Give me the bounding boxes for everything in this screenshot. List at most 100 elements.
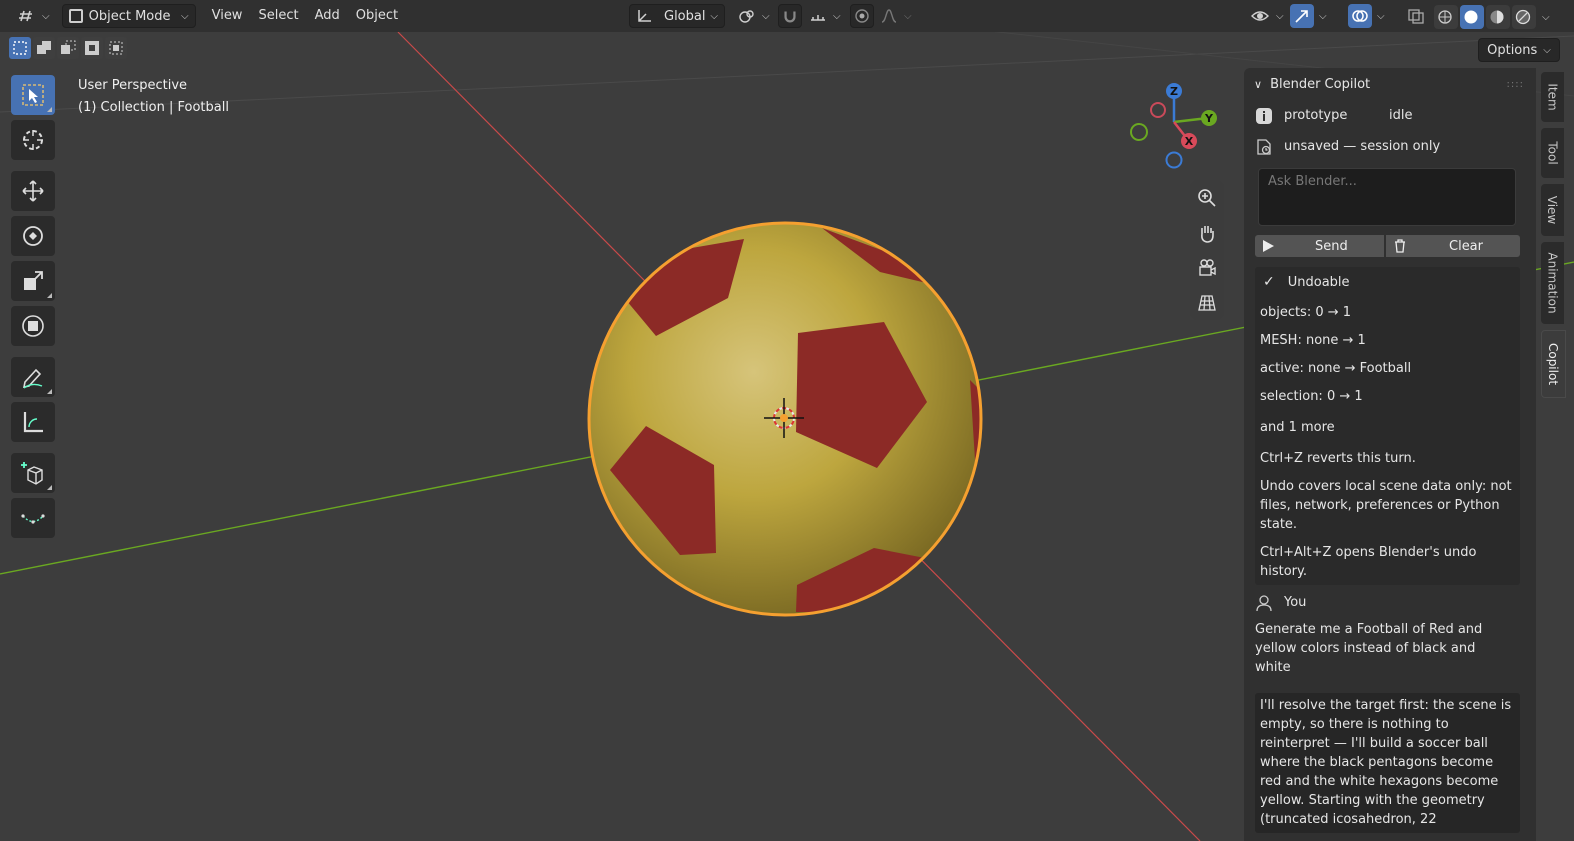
rendered-shading-button[interactable]: [1512, 5, 1536, 29]
drag-handle-icon[interactable]: ::::: [1507, 79, 1524, 90]
navigation-gizmo[interactable]: Z Y X: [1122, 80, 1228, 176]
visibility-selector[interactable]: ⌵: [1244, 4, 1290, 28]
move-tool[interactable]: [11, 171, 55, 211]
undo-line: selection: 0 → 1: [1260, 389, 1363, 404]
user-message-header: You: [1244, 587, 1536, 618]
editor-type-selector[interactable]: ⌵: [12, 4, 56, 28]
gizmo-toggle[interactable]: [1290, 4, 1314, 28]
undo-line: Ctrl+Alt+Z opens Blender's undo history.: [1260, 545, 1477, 579]
shading-modes: ⌵: [1434, 5, 1554, 29]
select-extend-button[interactable]: [33, 37, 55, 59]
select-extend-icon: [37, 41, 51, 54]
tool-options-corner: [47, 485, 52, 490]
gizmo-neg-x: [1150, 102, 1166, 118]
menu-object[interactable]: Object: [348, 4, 406, 28]
xray-toggle[interactable]: [1404, 4, 1428, 28]
add-cube-tool[interactable]: [11, 453, 55, 493]
svg-text:Y: Y: [1204, 112, 1214, 125]
send-button[interactable]: Send: [1255, 235, 1384, 257]
overlays-options[interactable]: ⌵: [1373, 4, 1389, 28]
undo-summary: ✓ Undoable objects: 0 → 1 MESH: none → 1…: [1255, 267, 1520, 585]
tab-item[interactable]: Item: [1541, 72, 1564, 122]
chevron-down-icon: ⌵: [762, 10, 770, 22]
cursor-tool[interactable]: [11, 120, 55, 160]
undo-title: Undoable: [1287, 274, 1350, 290]
proportional-falloff-selector[interactable]: ⌵: [874, 4, 918, 28]
file-unsaved-icon: [1257, 138, 1271, 155]
user-icon: [1256, 594, 1272, 611]
select-invert-button[interactable]: [81, 37, 103, 59]
send-label: Send: [1315, 238, 1348, 254]
solid-shading-button[interactable]: [1460, 5, 1484, 29]
material-sphere-icon: [1490, 10, 1504, 24]
football-object: [587, 221, 983, 617]
mode-label: Object Mode: [88, 8, 171, 24]
tool-options-corner: [47, 107, 52, 112]
select-new-icon: [13, 41, 27, 55]
transform-tool[interactable]: [11, 306, 55, 346]
snap-toggle[interactable]: [778, 4, 802, 28]
status-state: idle: [1389, 108, 1413, 123]
menu-view[interactable]: View: [204, 4, 251, 28]
proportional-editing-toggle[interactable]: [850, 4, 874, 28]
solid-sphere-icon: [1464, 10, 1478, 24]
select-cursor-icon: [22, 84, 44, 106]
tool-options-corner: [47, 293, 52, 298]
viewport-navigation: [1190, 180, 1224, 320]
ask-input[interactable]: Ask Blender...: [1258, 168, 1516, 226]
measure-tool[interactable]: [11, 402, 55, 442]
svg-text:Z: Z: [1170, 85, 1178, 98]
chevron-down-icon: ⌵: [1276, 10, 1284, 22]
rotate-tool[interactable]: [11, 216, 55, 256]
mode-selector[interactable]: Object Mode ⌵: [61, 4, 196, 28]
shading-options[interactable]: ⌵: [1538, 5, 1554, 29]
transform-orientation-selector[interactable]: Global ⌵: [629, 4, 725, 28]
chevron-down-icon: ⌵: [1543, 44, 1551, 56]
curve-tool[interactable]: [11, 498, 55, 538]
tab-view[interactable]: View: [1541, 184, 1564, 236]
wireframe-shading-button[interactable]: [1434, 5, 1458, 29]
eye-icon: [1251, 11, 1269, 21]
select-new-button[interactable]: [9, 37, 31, 59]
material-shading-button[interactable]: [1486, 5, 1510, 29]
select-invert-icon: [85, 41, 99, 55]
annotate-tool[interactable]: [11, 357, 55, 397]
viewport-collection-label: (1) Collection | Football: [78, 100, 229, 115]
status-row: prototype idle: [1244, 100, 1536, 131]
snap-target-selector[interactable]: ⌵: [803, 4, 847, 28]
ask-input-placeholder: Ask Blender...: [1268, 174, 1357, 189]
copilot-panel: ∨ Blender Copilot :::: prototype idle un…: [1244, 68, 1536, 841]
pan-button[interactable]: [1190, 215, 1224, 250]
undo-line: and 1 more: [1260, 420, 1335, 435]
curve-icon: [21, 514, 45, 524]
menu-add[interactable]: Add: [307, 4, 348, 28]
tab-copilot[interactable]: Copilot: [1541, 330, 1566, 398]
camera-view-button[interactable]: [1190, 250, 1224, 285]
action-buttons: Send Clear: [1255, 235, 1520, 257]
tool-header: Options ⌵: [0, 34, 1574, 64]
user-message: Generate me a Football of Red and yellow…: [1255, 622, 1483, 675]
options-dropdown[interactable]: Options ⌵: [1478, 38, 1560, 62]
menu-select[interactable]: Select: [250, 4, 306, 28]
options-label: Options: [1487, 42, 1538, 58]
scale-tool[interactable]: [11, 261, 55, 301]
pivot-point-selector[interactable]: ⌵: [732, 4, 776, 28]
selection-mode-group: [9, 37, 127, 59]
header-bar: ⌵ Object Mode ⌵ View Select Add Object G…: [0, 0, 1574, 32]
clear-button[interactable]: Clear: [1386, 235, 1520, 257]
tab-tool[interactable]: Tool: [1541, 128, 1564, 178]
perspective-toggle-button[interactable]: [1190, 285, 1224, 320]
select-subtract-button[interactable]: [57, 37, 79, 59]
panel-header[interactable]: ∨ Blender Copilot ::::: [1244, 68, 1536, 100]
rotate-icon: [23, 226, 43, 246]
overlays-toggle[interactable]: [1348, 4, 1372, 28]
gizmo-options[interactable]: ⌵: [1315, 4, 1331, 28]
zoom-button[interactable]: [1190, 180, 1224, 215]
status-name: prototype: [1284, 108, 1348, 123]
gizmo-neg-z: [1165, 151, 1183, 169]
tab-animation[interactable]: Animation: [1541, 242, 1564, 324]
overlays-icon: [1352, 10, 1368, 22]
select-intersect-button[interactable]: [105, 37, 127, 59]
select-box-tool[interactable]: [11, 75, 55, 115]
clear-label: Clear: [1449, 238, 1483, 254]
